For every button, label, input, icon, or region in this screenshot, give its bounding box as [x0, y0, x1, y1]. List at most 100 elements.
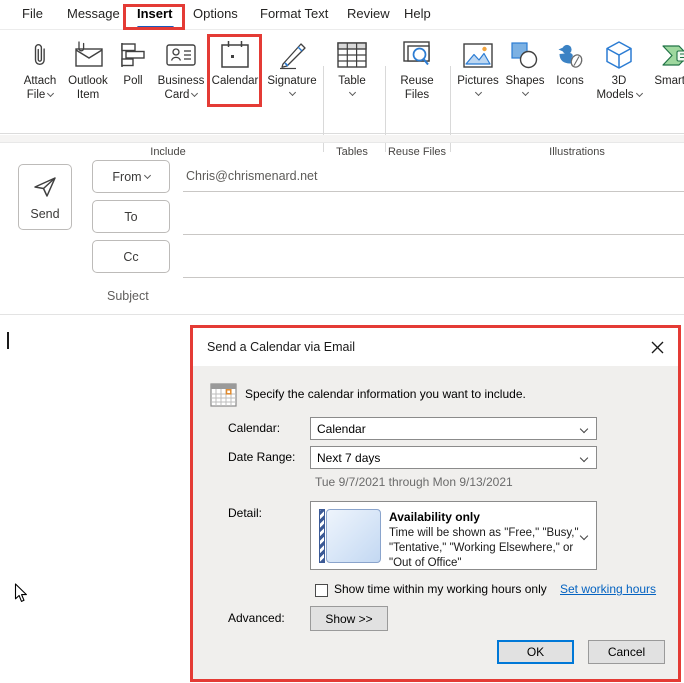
cc-field-line	[183, 277, 684, 278]
calendar-grid-icon	[210, 381, 237, 413]
calendar-select[interactable]: Calendar	[310, 417, 597, 440]
calendar-field-label: Calendar:	[228, 421, 281, 435]
ribbon-button-business-card[interactable]: Business Card	[152, 36, 210, 128]
ribbon-group-label-tables: Tables	[336, 146, 368, 158]
table-icon	[337, 36, 367, 74]
ribbon-group-label-include: Include	[150, 146, 186, 158]
working-hours-checkbox-label: Show time within my working hours only	[334, 582, 547, 596]
menu-tab-insert[interactable]: Insert	[137, 6, 172, 21]
detail-option-description: Time will be shown as "Free," "Busy," "T…	[389, 527, 579, 569]
outlook-compose-window: File Message Insert Options Format Text …	[0, 0, 684, 683]
ribbon-group-label-reuse-files: Reuse Files	[387, 146, 447, 158]
date-range-select[interactable]: Next 7 days	[310, 446, 597, 469]
subject-field[interactable]	[183, 285, 684, 315]
calendar-select-value: Calendar	[317, 421, 366, 436]
chevron-down-icon	[579, 453, 589, 463]
send-plane-icon	[32, 174, 58, 203]
ribbon: Attach File Outlook Item Poll Business C…	[0, 30, 684, 158]
preview-stripe	[319, 509, 325, 563]
dialog-title: Send a Calendar via Email	[207, 340, 355, 354]
smartart-icon	[661, 36, 684, 74]
cc-field[interactable]	[183, 245, 684, 275]
ok-button[interactable]: OK	[497, 640, 574, 664]
chevron-down-icon	[47, 89, 55, 98]
to-field-line	[183, 234, 684, 235]
menu-tab-help[interactable]: Help	[404, 6, 431, 21]
chevron-down-icon	[579, 531, 589, 541]
detail-field-label: Detail:	[228, 506, 263, 520]
detail-option-title: Availability only	[389, 510, 480, 524]
ribbon-button-3d-models[interactable]: 3D Models	[591, 36, 647, 128]
subject-label: Subject	[107, 289, 149, 303]
date-range-note: Tue 9/7/2021 through Mon 9/13/2021	[315, 475, 513, 489]
menu-tab-format-text[interactable]: Format Text	[260, 6, 328, 21]
close-icon[interactable]	[648, 338, 666, 356]
send-calendar-dialog: Send a Calendar via Email Specify the ca…	[190, 325, 681, 682]
ribbon-button-smartart[interactable]: SmartArt	[649, 36, 684, 128]
ribbon-button-pictures[interactable]: Pictures	[450, 36, 506, 128]
header-body-separator	[0, 314, 684, 315]
send-button[interactable]: Send	[18, 164, 72, 230]
from-field[interactable]	[183, 162, 684, 192]
cc-button-label: Cc	[123, 249, 139, 264]
cancel-button[interactable]: Cancel	[588, 640, 665, 664]
calendar-icon	[219, 36, 251, 74]
to-button-label: To	[124, 209, 138, 224]
poll-icon	[118, 36, 148, 74]
ribbon-button-table[interactable]: Table	[330, 36, 374, 128]
ribbon-group-label-illustrations: Illustrations	[549, 146, 605, 158]
ribbon-button-icons[interactable]: Icons	[549, 36, 591, 128]
active-tab-underline	[137, 26, 174, 29]
signature-pen-icon	[277, 36, 307, 74]
availability-preview-image	[319, 509, 381, 563]
dialog-intro-text: Specify the calendar information you wan…	[245, 387, 526, 401]
menu-tab-message[interactable]: Message	[67, 6, 120, 21]
to-field[interactable]	[183, 203, 684, 233]
date-range-field-label: Date Range:	[228, 450, 296, 464]
cc-button[interactable]: Cc	[92, 240, 170, 273]
paperclip-icon	[29, 36, 51, 74]
text-caret	[7, 332, 9, 349]
menubar: File Message Insert Options Format Text …	[0, 0, 684, 30]
cube-icon	[605, 36, 633, 74]
business-card-icon	[165, 36, 197, 74]
chevron-down-icon	[191, 89, 199, 98]
from-field-line	[183, 191, 684, 192]
working-hours-checkbox[interactable]	[315, 584, 328, 597]
chevron-down-icon	[579, 424, 589, 434]
outlook-item-icon	[71, 36, 105, 74]
chevron-down-icon	[288, 88, 296, 97]
ribbon-button-outlook-item[interactable]: Outlook Item	[62, 36, 114, 128]
menu-tab-options[interactable]: Options	[193, 6, 238, 21]
menu-tab-review[interactable]: Review	[347, 6, 390, 21]
from-button-label: From	[112, 169, 142, 184]
pictures-icon	[463, 36, 493, 74]
advanced-field-label: Advanced:	[228, 611, 285, 625]
ribbon-lower-strip	[0, 135, 684, 143]
ribbon-button-poll[interactable]: Poll	[114, 36, 152, 128]
show-advanced-button[interactable]: Show >>	[310, 606, 388, 631]
reuse-files-icon	[401, 36, 433, 74]
chevron-down-icon	[348, 88, 356, 97]
chevron-down-icon	[635, 89, 643, 98]
detail-select[interactable]: Availability only Time will be shown as …	[310, 501, 597, 570]
mouse-cursor-icon	[14, 583, 28, 608]
shapes-icon	[511, 36, 539, 74]
to-button[interactable]: To	[92, 200, 170, 233]
dialog-titlebar[interactable]: Send a Calendar via Email	[193, 328, 678, 366]
ribbon-button-attach-file[interactable]: Attach File	[14, 36, 66, 128]
ribbon-button-shapes[interactable]: Shapes	[501, 36, 549, 128]
chevron-down-icon	[143, 171, 151, 180]
ribbon-button-signature[interactable]: Signature	[262, 36, 322, 128]
send-button-label: Send	[30, 206, 60, 221]
date-range-select-value: Next 7 days	[317, 450, 381, 465]
from-button[interactable]: From	[92, 160, 170, 193]
menu-tab-file[interactable]: File	[22, 6, 43, 21]
chevron-down-icon	[521, 88, 529, 97]
ribbon-button-reuse-files[interactable]: Reuse Files	[390, 36, 444, 128]
set-working-hours-link[interactable]: Set working hours	[560, 582, 656, 596]
duck-icon	[555, 36, 585, 74]
preview-page	[326, 509, 381, 563]
chevron-down-icon	[474, 88, 482, 97]
ribbon-button-calendar[interactable]: Calendar	[209, 36, 261, 128]
